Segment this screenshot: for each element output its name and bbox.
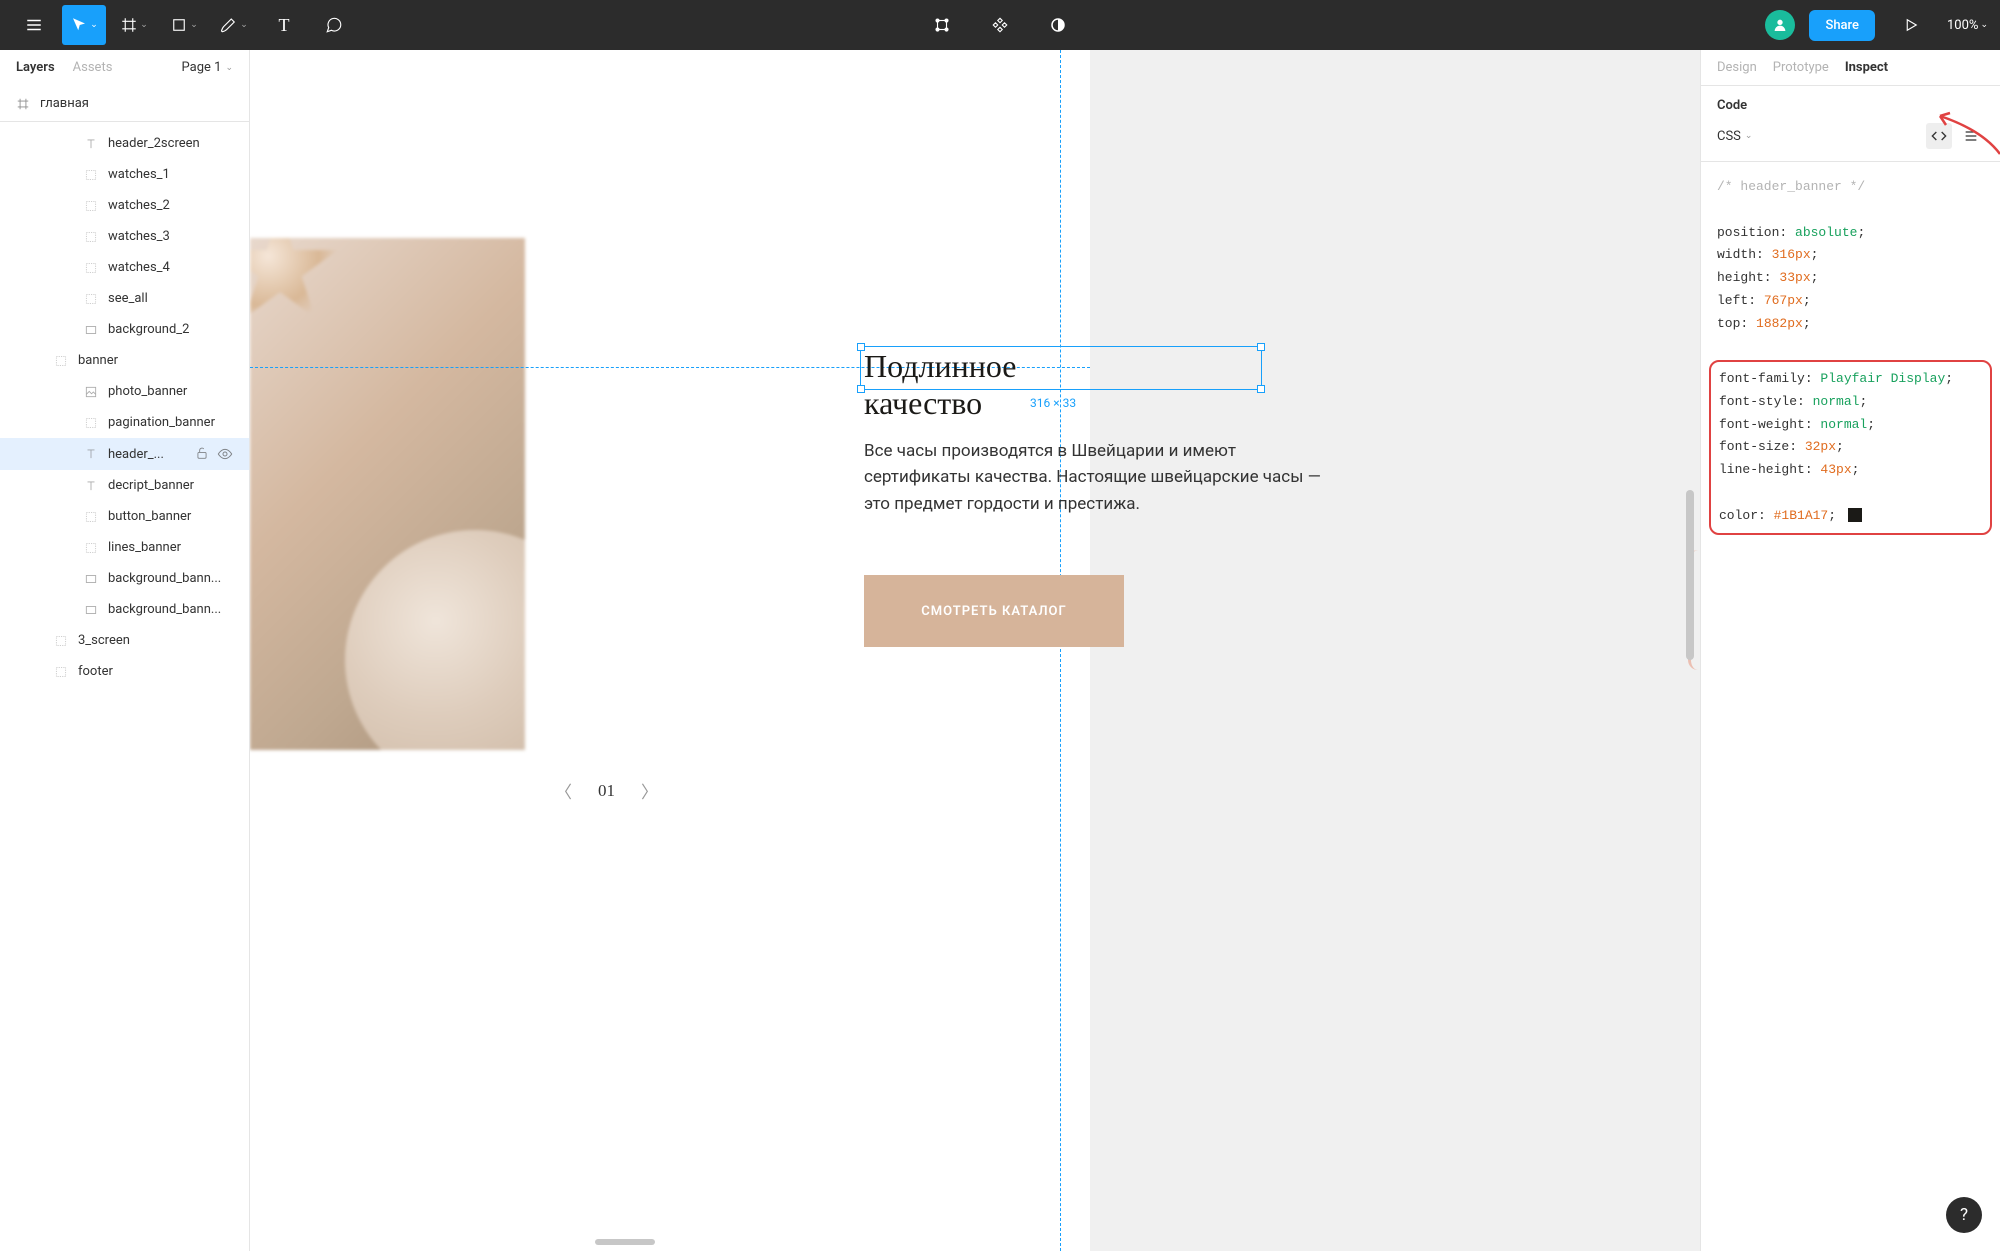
selection-handle[interactable] (1257, 343, 1265, 351)
layer-name: watches_1 (108, 167, 233, 182)
layer-row[interactable]: watches_1 (0, 159, 249, 190)
frame-name: главная (40, 96, 89, 111)
left-panel-scrollbar[interactable] (595, 1239, 655, 1245)
layer-row[interactable]: footer (0, 656, 249, 687)
left-panel: Layers Assets Page 1 ⌄ главная header_2s… (0, 50, 250, 1251)
layer-name: background_bann... (108, 571, 233, 586)
unlock-icon[interactable] (195, 446, 209, 460)
component-tool[interactable] (978, 5, 1022, 45)
layer-name: lines_banner (108, 540, 233, 555)
zoom-control[interactable]: 100% ⌄ (1947, 18, 1988, 33)
layer-row[interactable]: background_bann... (0, 594, 249, 625)
zoom-value: 100% (1947, 18, 1978, 33)
layer-row[interactable]: background_2 (0, 314, 249, 345)
banner-description: Все часы производятся в Швейцарии и имею… (864, 438, 1334, 517)
selection-dimensions: 316 × 33 (1030, 396, 1076, 410)
layer-name: pagination_banner (108, 415, 233, 430)
layer-row[interactable]: see_all (0, 283, 249, 314)
layer-name: header_... (108, 447, 185, 462)
tab-layers[interactable]: Layers (16, 60, 55, 75)
right-panel: Design Prototype Inspect Code CSS ⌄ /* h… (1700, 50, 2000, 1251)
layer-name: background_bann... (108, 602, 233, 617)
code-language-label: CSS (1717, 129, 1741, 144)
pager-current: 01 (598, 781, 615, 801)
selection-handle[interactable] (857, 385, 865, 393)
layer-row[interactable]: 3_screen (0, 625, 249, 656)
catalog-button[interactable]: СМОТРЕТЬ КАТАЛОГ (864, 575, 1124, 647)
layer-row[interactable]: lines_banner (0, 532, 249, 563)
frame-icon (16, 97, 30, 111)
selection-box[interactable] (860, 346, 1262, 390)
top-toolbar: ⌄ ⌄ ⌄ ⌄ T Share 100% ⌄ (0, 0, 2000, 50)
canvas[interactable]: Подлинное качество 316 × 33 Все часы про… (250, 50, 1700, 1251)
layer-row[interactable]: header_... (0, 438, 249, 470)
pager-prev-icon[interactable]: 〈 (555, 778, 572, 803)
move-tool[interactable]: ⌄ (62, 5, 106, 45)
layers-list: header_2screen watches_1 watches_2 watches_… (0, 122, 249, 1251)
help-button[interactable]: ? (1946, 1197, 1982, 1233)
layer-row[interactable]: decript_banner (0, 470, 249, 501)
tab-prototype[interactable]: Prototype (1773, 60, 1829, 75)
layer-row[interactable]: button_banner (0, 501, 249, 532)
user-avatar[interactable] (1765, 10, 1795, 40)
layer-row[interactable]: watches_2 (0, 190, 249, 221)
tab-assets[interactable]: Assets (73, 60, 113, 75)
layer-row[interactable]: watches_3 (0, 221, 249, 252)
pager-next-icon[interactable]: 〉 (641, 778, 658, 803)
toolbar-right: Share 100% ⌄ (1765, 5, 1988, 45)
selection-handle[interactable] (1257, 385, 1265, 393)
tab-inspect[interactable]: Inspect (1845, 60, 1888, 75)
layer-name: background_2 (108, 322, 233, 337)
layer-row[interactable]: pagination_banner (0, 407, 249, 438)
layer-row[interactable]: watches_4 (0, 252, 249, 283)
layer-name: watches_4 (108, 260, 233, 275)
table-view-button[interactable] (1958, 123, 1984, 149)
page-label: Page 1 (182, 60, 222, 75)
edit-object-tool[interactable] (920, 5, 964, 45)
visibility-icon[interactable] (217, 446, 233, 462)
layer-row[interactable]: banner (0, 345, 249, 376)
pen-tool[interactable]: ⌄ (212, 5, 256, 45)
layer-row[interactable]: header_2screen (0, 128, 249, 159)
layer-name: watches_3 (108, 229, 233, 244)
layer-row[interactable]: photo_banner (0, 376, 249, 407)
present-button[interactable] (1889, 5, 1933, 45)
frame-row[interactable]: главная (0, 86, 249, 122)
selection-handle[interactable] (857, 343, 865, 351)
layer-row[interactable]: background_bann... (0, 563, 249, 594)
mask-tool[interactable] (1036, 5, 1080, 45)
canvas-scrollbar[interactable] (1686, 490, 1694, 660)
code-section-title: Code (1717, 98, 1984, 113)
photo-banner (250, 238, 525, 750)
watch-shape (345, 530, 525, 750)
layer-name: photo_banner (108, 384, 233, 399)
layer-name: see_all (108, 291, 233, 306)
tab-design[interactable]: Design (1717, 60, 1757, 75)
layer-name: footer (78, 664, 233, 679)
layer-name: decript_banner (108, 478, 233, 493)
code-view-button[interactable] (1926, 123, 1952, 149)
code-block[interactable]: /* header_banner */position: absolute;wi… (1701, 162, 2000, 551)
star-shape (250, 238, 340, 328)
guide-vertical (1060, 50, 1061, 1251)
text-tool[interactable]: T (262, 5, 306, 45)
artboard: Подлинное качество 316 × 33 Все часы про… (250, 50, 1090, 1251)
code-language-select[interactable]: CSS ⌄ (1717, 129, 1752, 144)
layer-name: header_2screen (108, 136, 233, 151)
layer-name: 3_screen (78, 633, 233, 648)
share-button[interactable]: Share (1809, 10, 1875, 41)
comment-tool[interactable] (312, 5, 356, 45)
main-menu-button[interactable] (12, 5, 56, 45)
toolbar-center (920, 5, 1080, 45)
page-selector[interactable]: Page 1 ⌄ (182, 60, 233, 75)
frame-tool[interactable]: ⌄ (112, 5, 156, 45)
pagination: 〈 01 〉 (555, 778, 658, 803)
shape-tool[interactable]: ⌄ (162, 5, 206, 45)
layer-name: banner (78, 353, 233, 368)
layer-name: watches_2 (108, 198, 233, 213)
layer-name: button_banner (108, 509, 233, 524)
